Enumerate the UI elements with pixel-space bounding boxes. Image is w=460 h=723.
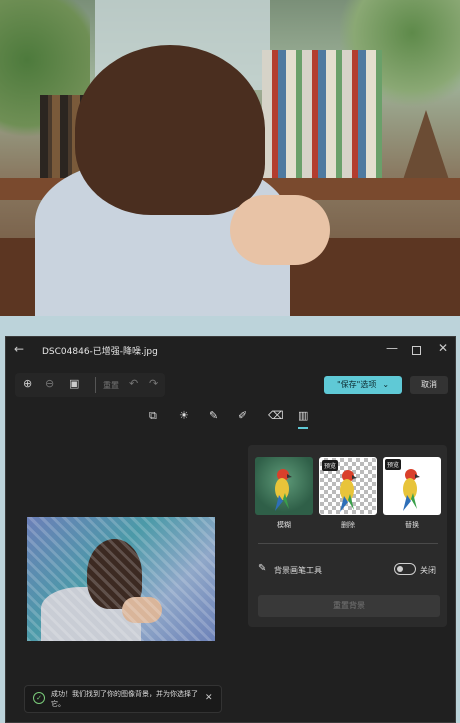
redo-icon[interactable]: ↷ — [149, 377, 158, 390]
blur-option[interactable] — [255, 457, 313, 515]
undo-icon[interactable]: ↶ — [129, 377, 138, 390]
panel-divider — [258, 543, 438, 544]
chevron-down-icon: ⌄ — [382, 380, 390, 389]
edit-tools-bar: ⧉ ☀ ✎ ✐ ⌫ ▥ — [144, 407, 314, 429]
success-toast: ✓ 成功！我们找到了你的图像背景，并为你选择了它。 ✕ — [24, 685, 222, 713]
filter-icon[interactable]: ✎ — [209, 409, 218, 422]
background-brush-label: 背景画笔工具 — [274, 566, 322, 575]
cancel-button[interactable]: 取消 — [410, 376, 448, 394]
maximize-icon[interactable] — [412, 346, 421, 355]
person-hair — [75, 45, 265, 215]
save-options-button[interactable]: "保存"选项 ⌄ — [324, 376, 402, 394]
background-icon[interactable]: ▥ — [298, 409, 308, 422]
parrot-thumbnail — [340, 470, 357, 512]
close-icon[interactable]: ✕ — [438, 341, 448, 355]
toast-message: 成功！我们找到了你的图像背景，并为你选择了它。 — [51, 690, 198, 708]
title-bar: ← DSC04846-已增强-降噪.jpg — ✕ — [6, 337, 455, 363]
replace-option[interactable]: 预览 — [383, 457, 441, 515]
toggle-state-label: 关闭 — [420, 566, 436, 575]
reset-background-button[interactable]: 重置背景 — [258, 595, 440, 617]
crop-icon[interactable]: ⧉ — [149, 409, 157, 423]
checkmark-icon: ✓ — [33, 692, 45, 704]
zoom-in-icon[interactable]: ⊕ — [23, 377, 32, 390]
back-arrow-icon[interactable]: ← — [14, 342, 24, 356]
image-canvas[interactable] — [27, 517, 215, 641]
background-photo — [0, 0, 460, 316]
person-arm — [230, 195, 330, 265]
parrot-thumbnail — [275, 469, 292, 511]
view-toolbar: ⊕ ⊖ ▣ 重置 ↶ ↷ — [15, 373, 165, 397]
background-brush-toggle[interactable] — [394, 563, 416, 575]
adjust-icon[interactable]: ☀ — [179, 409, 189, 422]
replace-label: 替换 — [405, 521, 419, 529]
brush-icon: ✎ — [258, 563, 267, 574]
blur-label: 模糊 — [277, 521, 291, 529]
active-tool-indicator — [298, 427, 308, 429]
background-panel: 预览 预览 模糊 删除 替换 ✎ 背景画笔工具 关闭 重置背景 — [248, 445, 447, 627]
save-options-label: "保存"选项 — [336, 380, 377, 389]
remove-option[interactable]: 预览 — [319, 457, 377, 515]
remove-label: 删除 — [341, 521, 355, 529]
reset-button[interactable]: 重置 — [103, 380, 119, 391]
background-selection-overlay — [27, 517, 215, 641]
toolbar-divider — [95, 377, 96, 393]
zoom-out-icon[interactable]: ⊖ — [45, 377, 54, 390]
parrot-thumbnail — [403, 469, 420, 511]
book-shelf — [262, 50, 382, 185]
window-title: DSC04846-已增强-降噪.jpg — [42, 347, 158, 357]
fit-to-window-icon[interactable]: ▣ — [69, 377, 79, 390]
markup-icon[interactable]: ✐ — [238, 409, 247, 422]
photo-editor-window: ← DSC04846-已增强-降噪.jpg — ✕ ⊕ ⊖ ▣ 重置 ↶ ↷ "… — [5, 336, 456, 723]
close-icon[interactable]: ✕ — [205, 693, 213, 703]
minimize-icon[interactable]: — — [386, 341, 398, 355]
erase-icon[interactable]: ⌫ — [268, 409, 284, 422]
